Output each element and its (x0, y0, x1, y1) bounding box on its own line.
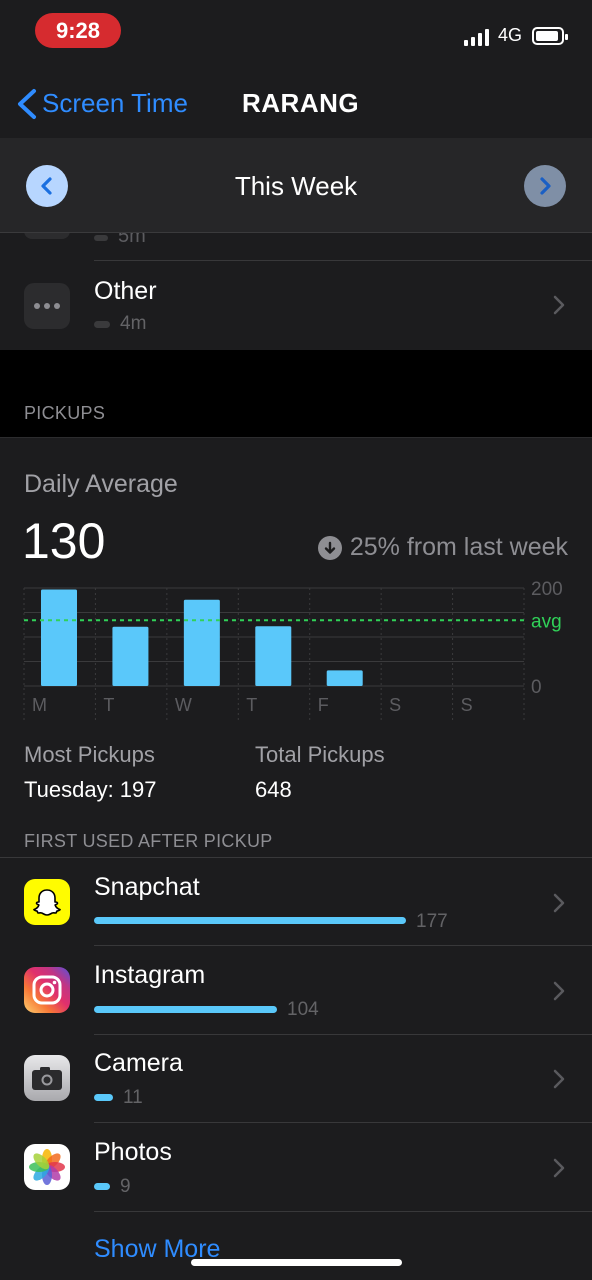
divider (94, 1211, 592, 1212)
chevron-right-icon (553, 1069, 565, 1089)
x-tick-label: T (103, 695, 114, 715)
pickup-count-bar (94, 917, 406, 924)
x-tick-label: F (318, 695, 329, 715)
divider (94, 260, 592, 261)
most-pickups-label: Most Pickups (24, 742, 155, 767)
photos-icon (24, 1144, 70, 1190)
cellular-signal-icon (464, 28, 489, 46)
x-tick-label: S (461, 695, 473, 715)
chart-bar (112, 626, 149, 686)
arrow-down-circle-icon (317, 535, 342, 560)
category-list: 5m Other 4m (0, 233, 592, 350)
pickup-count: 11 (123, 1087, 143, 1108)
app-name: Camera (94, 1049, 183, 1077)
usage-bar (94, 235, 108, 241)
divider (94, 945, 592, 946)
navigation-header: 9:28 4G Screen Time RARANG (0, 0, 592, 138)
chevron-right-icon (553, 981, 565, 1001)
back-chevron-icon[interactable] (14, 88, 44, 120)
pickup-count-bar (94, 1183, 110, 1190)
app-name: Snapchat (94, 873, 200, 901)
week-picker: This Week (0, 138, 592, 233)
pickups-bar-chart[interactable]: M T W T F S S 200 0 avg (0, 578, 592, 728)
pickups-card: Daily Average 130 25% from last week M T W… (0, 437, 592, 1280)
more-dots-icon (24, 283, 70, 329)
network-type: 4G (498, 25, 523, 45)
back-button[interactable]: Screen Time (42, 88, 188, 119)
chart-bar (326, 670, 363, 686)
app-name: Instagram (94, 961, 206, 989)
pickup-count: 177 (416, 911, 448, 932)
y-tick-label: 0 (531, 677, 542, 698)
section-header-pickups: PICKUPS (24, 403, 106, 423)
pickup-count-bar (94, 1006, 277, 1013)
chart-bar (41, 589, 77, 686)
pickup-count: 9 (120, 1176, 131, 1197)
x-tick-label: T (246, 695, 257, 715)
x-tick-label: W (175, 695, 192, 715)
change-text: 25% from last week (349, 533, 568, 561)
average-label: avg (531, 611, 562, 632)
weekly-change: 25% from last week (317, 533, 568, 562)
snapchat-icon (24, 879, 70, 925)
y-tick-label: 200 (531, 579, 563, 600)
daily-average-label: Daily Average (24, 470, 178, 498)
divider (94, 1034, 592, 1035)
chevron-right-icon (553, 893, 565, 913)
usage-bar (94, 321, 110, 328)
app-icon (24, 233, 70, 239)
list-item-title: Other (94, 277, 157, 305)
chevron-right-icon (553, 1158, 565, 1178)
camera-icon (24, 1055, 70, 1101)
total-pickups-label: Total Pickups (255, 742, 385, 767)
usage-time: 5m (118, 233, 146, 247)
pickup-count: 104 (287, 999, 319, 1020)
section-header-first-used: FIRST USED AFTER PICKUP (24, 831, 273, 851)
x-tick-label: M (32, 695, 47, 715)
x-tick-label: S (389, 695, 401, 715)
usage-time: 4m (120, 313, 147, 334)
most-pickups-value: Tuesday: 197 (24, 777, 157, 802)
chart-bar (183, 599, 220, 686)
battery-icon (532, 27, 568, 45)
divider (0, 857, 592, 858)
page-title: RARANG (242, 88, 360, 118)
week-label: This Week (234, 171, 358, 201)
app-name: Photos (94, 1138, 172, 1166)
chevron-right-icon (553, 295, 565, 315)
chevron-right-icon (540, 177, 551, 195)
daily-average-value: 130 (22, 513, 106, 569)
chart-bar (255, 626, 292, 686)
pickup-count-bar (94, 1094, 113, 1101)
divider (94, 1122, 592, 1123)
instagram-icon (24, 967, 70, 1013)
total-pickups-value: 648 (255, 777, 292, 802)
home-indicator[interactable] (191, 1259, 402, 1266)
status-time: 9:28 (55, 18, 101, 43)
status-time-pill[interactable]: 9:28 (35, 13, 121, 48)
next-week-button[interactable] (524, 165, 566, 207)
